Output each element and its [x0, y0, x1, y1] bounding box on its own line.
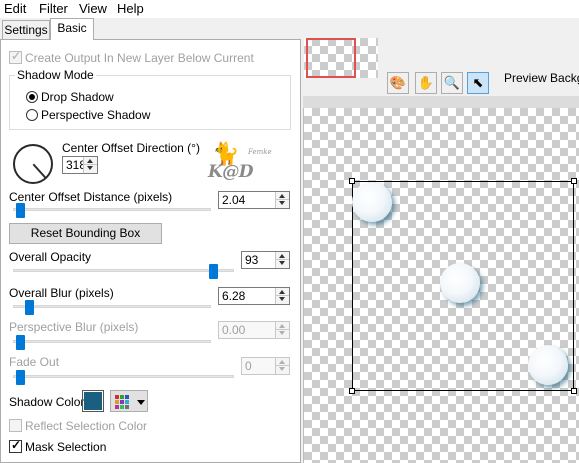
spin-arrows[interactable]: [275, 252, 289, 268]
fade-out-label: Fade Out: [9, 355, 60, 369]
overall-blur-label: Overall Blur (pixels): [9, 286, 114, 300]
palette-picker-icon[interactable]: 🎨: [387, 72, 409, 94]
reflect-selection-color-checkbox[interactable]: [9, 419, 22, 432]
menu-filter[interactable]: Filter: [39, 1, 68, 16]
spin-arrows[interactable]: [275, 322, 289, 338]
palette-dropdown-button[interactable]: [110, 390, 148, 412]
checkmark-icon: ✓: [11, 49, 22, 63]
center-offset-direction-label: Center Offset Direction (°): [62, 141, 200, 155]
mask-selection-label: Mask Selection: [25, 440, 107, 454]
center-offset-distance-track[interactable]: [13, 208, 211, 211]
perspective-blur-thumb[interactable]: [16, 335, 25, 350]
overall-opacity-track[interactable]: [13, 269, 234, 272]
menu-bar: Edit Filter View Help: [0, 0, 579, 18]
perspective-shadow-radio[interactable]: [26, 109, 38, 121]
perspective-blur-label: Perspective Blur (pixels): [9, 320, 139, 334]
dial-needle: [32, 163, 47, 180]
menu-view[interactable]: View: [79, 1, 107, 16]
palette-grid-icon: [115, 395, 131, 409]
preview-ruler-strip: [303, 96, 579, 108]
reset-bounding-box-button[interactable]: Reset Bounding Box: [9, 223, 162, 244]
shadow-color-label: Shadow Color: [9, 395, 85, 409]
fade-out-thumb[interactable]: [16, 370, 25, 385]
zoom-icon[interactable]: 🔍: [441, 72, 463, 94]
hand-icon[interactable]: ✋: [415, 72, 437, 94]
overall-blur-input[interactable]: 6.28: [218, 287, 290, 305]
create-output-label: Create Output In New Layer Below Current: [25, 51, 254, 65]
overall-opacity-thumb[interactable]: [209, 264, 218, 279]
perspective-shadow-label[interactable]: Perspective Shadow: [41, 108, 150, 122]
tab-basic[interactable]: Basic: [50, 18, 94, 40]
bbox-handle-bottom-left[interactable]: [349, 388, 355, 394]
arrow-pointer-icon[interactable]: ⬉: [467, 72, 489, 94]
spin-arrows[interactable]: [275, 358, 289, 374]
perspective-blur-input[interactable]: 0.00: [218, 321, 290, 339]
snowball-bottom-right: [528, 345, 568, 385]
overall-opacity-label: Overall Opacity: [9, 250, 92, 264]
preview-background-label[interactable]: Preview Backgr: [504, 71, 579, 85]
bbox-handle-bottom-right[interactable]: [571, 388, 577, 394]
create-output-checkbox[interactable]: ✓: [9, 49, 22, 64]
drop-shadow-label[interactable]: Drop Shadow: [41, 90, 114, 104]
spin-arrows[interactable]: [83, 157, 97, 173]
perspective-blur-track[interactable]: [13, 340, 211, 343]
overall-blur-track[interactable]: [13, 305, 211, 308]
snowball-top-left: [352, 182, 392, 222]
menu-help[interactable]: Help: [117, 1, 144, 16]
fade-out-input[interactable]: 0: [241, 357, 290, 375]
bbox-handle-top-left[interactable]: [349, 178, 355, 184]
center-offset-distance-label: Center Offset Distance (pixels): [9, 190, 173, 204]
reflect-selection-color-label: Reflect Selection Color: [25, 419, 148, 433]
center-offset-distance-thumb[interactable]: [16, 203, 25, 218]
overall-opacity-input[interactable]: 93: [241, 251, 290, 269]
drop-shadow-radio[interactable]: [26, 91, 38, 103]
snowball-center: [440, 263, 480, 303]
checkmark-icon: ✓: [11, 438, 22, 452]
shadow-mode-title: Shadow Mode: [15, 68, 96, 82]
menu-edit[interactable]: Edit: [4, 1, 26, 16]
navigator-viewport-frame[interactable]: [306, 38, 356, 78]
center-offset-direction-input[interactable]: 318: [62, 156, 98, 174]
direction-dial[interactable]: [13, 144, 53, 184]
tab-settings[interactable]: Settings: [2, 20, 50, 40]
spin-arrows[interactable]: [275, 288, 289, 304]
mask-selection-checkbox[interactable]: ✓: [9, 438, 22, 453]
overall-blur-thumb[interactable]: [25, 300, 34, 315]
shadow-color-swatch[interactable]: [82, 390, 104, 412]
fade-out-track[interactable]: [13, 375, 234, 378]
kad-logo: 🐈 Femke K@D: [208, 142, 272, 182]
bbox-handle-top-right[interactable]: [571, 178, 577, 184]
chevron-down-icon: [137, 400, 145, 405]
center-offset-distance-input[interactable]: 2.04: [218, 191, 290, 209]
spin-arrows[interactable]: [275, 192, 289, 208]
